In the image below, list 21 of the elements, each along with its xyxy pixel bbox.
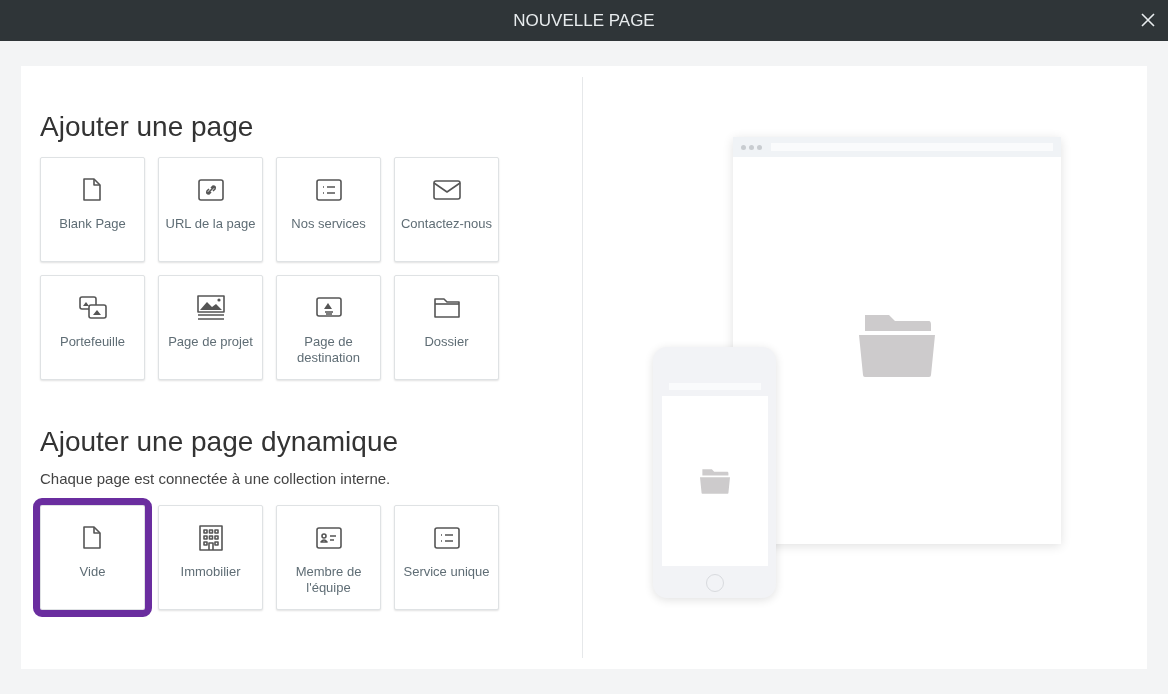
page-type-tile[interactable]: Dossier	[394, 275, 499, 380]
link-icon	[196, 176, 225, 204]
page-type-tile[interactable]: Page de projet	[158, 275, 263, 380]
page-type-tile[interactable]: Page de destination	[276, 275, 381, 380]
page-type-tile[interactable]: Contactez-nous	[394, 157, 499, 262]
dialog-title: NOUVELLE PAGE	[513, 9, 655, 32]
page-type-tile[interactable]: Membre de l'équipe	[276, 504, 381, 610]
section-heading: Ajouter une page dynamique	[40, 425, 400, 459]
building-icon	[196, 523, 225, 552]
page-type-tile[interactable]: URL de la page	[158, 157, 263, 262]
list-icon	[314, 176, 343, 204]
picture-icon	[196, 294, 225, 322]
page-type-tile[interactable]: Portefeuille	[40, 275, 145, 380]
section-heading: Ajouter une page	[40, 110, 255, 144]
images-icon	[78, 294, 107, 322]
section-subtitle: Chaque page est connectée à une collection interne.	[40, 469, 392, 489]
page-type-tile[interactable]: Service unique	[394, 504, 499, 610]
page-type-tile[interactable]: Immobilier	[158, 504, 263, 610]
page-type-tile[interactable]: Nos services	[276, 157, 381, 262]
close-icon	[1140, 12, 1156, 28]
page-type-tile[interactable]: Blank Page	[40, 157, 145, 262]
